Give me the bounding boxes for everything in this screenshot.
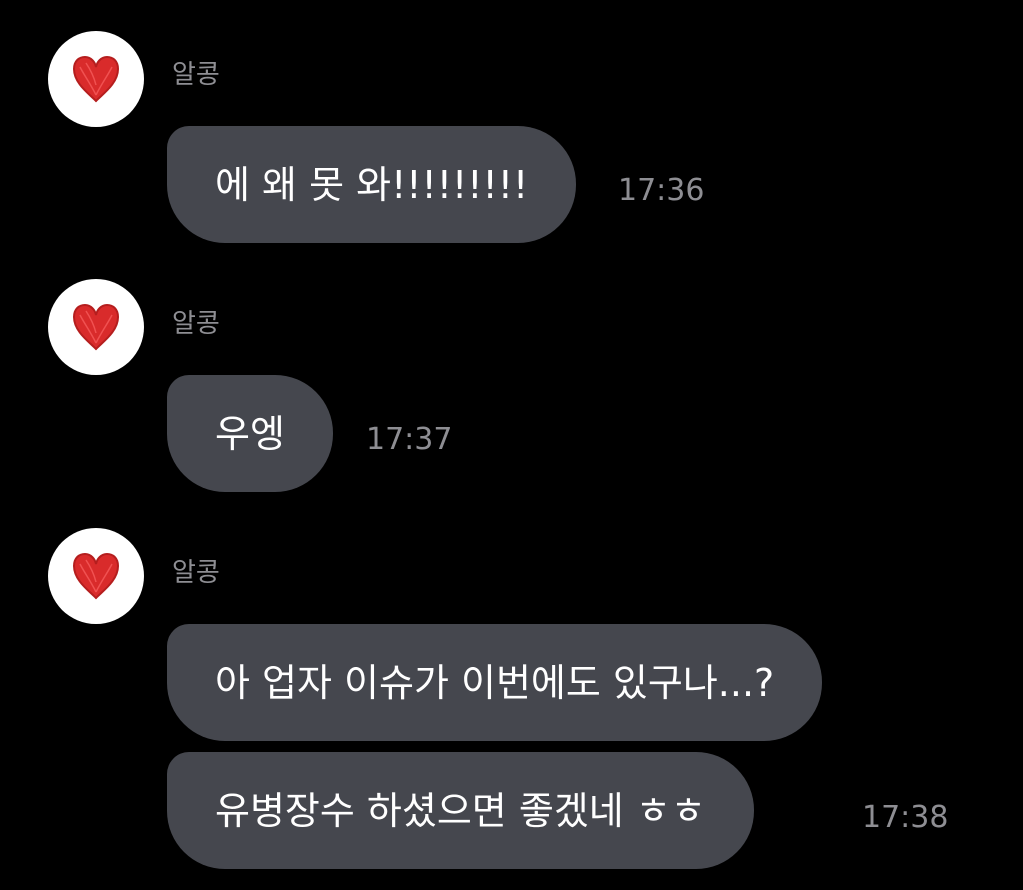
message-text: 우엥 <box>215 411 285 456</box>
message-text: 에 왜 못 와!!!!!!!!! <box>215 162 529 207</box>
heart-icon <box>72 552 120 600</box>
sender-name: 알콩 <box>172 60 220 90</box>
message-bubble[interactable]: 우엥 <box>167 375 333 492</box>
avatar[interactable] <box>48 31 144 127</box>
sender-name: 알콩 <box>172 558 220 588</box>
avatar[interactable] <box>48 279 144 375</box>
message-timestamp: 17:38 <box>862 800 949 835</box>
message-text: 아 업자 이슈가 이번에도 있구나...? <box>215 660 775 705</box>
heart-icon <box>72 303 120 351</box>
message-bubble[interactable]: 아 업자 이슈가 이번에도 있구나...? <box>167 624 823 741</box>
message-text: 유병장수 하셨으면 좋겠네 ㅎㅎ <box>215 788 706 833</box>
message-bubble[interactable]: 유병장수 하셨으면 좋겠네 ㅎㅎ <box>167 752 754 869</box>
message-bubble[interactable]: 에 왜 못 와!!!!!!!!! <box>167 126 577 243</box>
avatar[interactable] <box>48 528 144 624</box>
sender-name: 알콩 <box>172 309 220 339</box>
heart-icon <box>72 55 120 103</box>
message-timestamp: 17:36 <box>618 173 705 208</box>
message-timestamp: 17:37 <box>366 422 453 457</box>
